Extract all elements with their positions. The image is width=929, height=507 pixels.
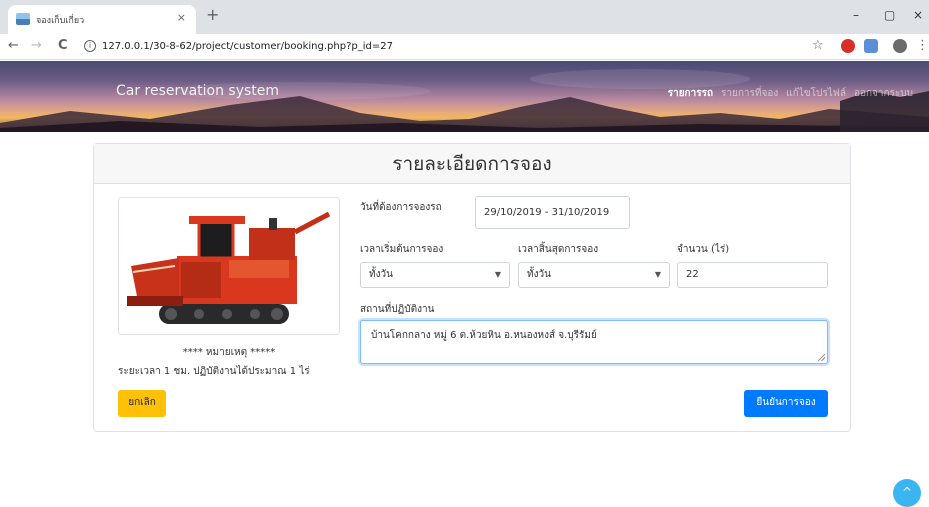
- start-time-value: ทั้งวัน: [369, 269, 393, 280]
- start-time-select[interactable]: ทั้งวัน ▼: [360, 262, 510, 288]
- brand-title[interactable]: Car reservation system: [116, 83, 279, 99]
- location-value: บ้านโคกกลาง หมู่ 6 ต.ห้วยหิน อ.หนองหงส์ …: [371, 330, 597, 341]
- chevron-down-icon: ▼: [654, 270, 661, 279]
- resize-grip-icon[interactable]: [818, 354, 825, 361]
- date-range-value: 29/10/2019 - 31/10/2019: [484, 207, 610, 218]
- site-header: Car reservation system รายการรถ รายการที…: [0, 61, 929, 132]
- harvester-image: [118, 197, 340, 335]
- nav-logout[interactable]: ออกจากระบบ: [854, 86, 913, 101]
- bookmark-star-icon[interactable]: ☆: [812, 39, 824, 53]
- note-heading: **** หมายเหตุ *****: [182, 347, 276, 358]
- confirm-booking-button[interactable]: ยืนยันการจอง: [744, 390, 828, 417]
- date-label: วันที่ต้องการจองรถ: [360, 202, 442, 213]
- nav-edit-profile[interactable]: แก้ไขโปรไฟล์: [786, 86, 846, 101]
- amount-input[interactable]: 22: [677, 262, 828, 288]
- extension-icon[interactable]: [864, 39, 878, 53]
- booking-card: รายละเอียดการจอง **** หมายเหตุ ***** ระย…: [93, 143, 851, 432]
- main-nav: รายการรถ รายการที่จอง แก้ไขโปรไฟล์ ออกจา…: [668, 86, 913, 101]
- end-time-select[interactable]: ทั้งวัน ▼: [518, 262, 670, 288]
- profile-avatar-icon[interactable]: [893, 39, 907, 53]
- amount-label: จำนวน (ไร่): [677, 244, 730, 255]
- browser-addressbar: ← → C i 127.0.0.1/30-8-62/project/custom…: [0, 34, 929, 60]
- location-textarea[interactable]: บ้านโคกกลาง หมู่ 6 ต.ห้วยหิน อ.หนองหงส์ …: [360, 320, 828, 364]
- scroll-to-top-button[interactable]: ^: [893, 479, 921, 507]
- back-button[interactable]: ←: [8, 39, 19, 53]
- amount-value: 22: [686, 269, 699, 280]
- browser-tab[interactable]: จองเก็บเกี่ยว ×: [8, 5, 196, 34]
- nav-my-bookings[interactable]: รายการที่จอง: [721, 86, 778, 101]
- restore-button[interactable]: ▢: [884, 8, 895, 22]
- date-range-input[interactable]: 29/10/2019 - 31/10/2019: [475, 196, 630, 229]
- chevron-down-icon: ▼: [494, 270, 501, 279]
- end-time-value: ทั้งวัน: [527, 269, 551, 280]
- minimize-button[interactable]: –: [853, 8, 859, 22]
- url-field[interactable]: 127.0.0.1/30-8-62/project/customer/booki…: [102, 41, 393, 52]
- page-title: รายละเอียดการจอง: [94, 144, 850, 184]
- cancel-button[interactable]: ยกเลิก: [118, 390, 166, 417]
- tab-close-icon[interactable]: ×: [177, 11, 186, 24]
- reload-button[interactable]: C: [58, 39, 68, 53]
- nav-car-list[interactable]: รายการรถ: [668, 86, 713, 101]
- end-time-label: เวลาสิ้นสุดการจอง: [518, 244, 599, 255]
- browser-menu-icon[interactable]: ⋮: [916, 39, 929, 53]
- tab-title: จองเก็บเกี่ยว: [36, 16, 85, 26]
- new-tab-button[interactable]: +: [206, 7, 219, 23]
- start-time-label: เวลาเริ่มต้นการจอง: [360, 244, 444, 255]
- favicon-icon: [16, 13, 30, 25]
- note-text: ระยะเวลา 1 ชม. ปฏิบัติงานได้ประมาณ 1 ไร่: [118, 366, 310, 377]
- window-close-button[interactable]: ×: [913, 8, 923, 22]
- forward-button[interactable]: →: [31, 39, 42, 53]
- location-label: สถานที่ปฏิบัติงาน: [360, 304, 435, 315]
- browser-tabbar: จองเก็บเกี่ยว × + – ▢ ×: [0, 0, 929, 34]
- extension-icon[interactable]: [841, 39, 855, 53]
- site-info-icon[interactable]: i: [84, 40, 96, 52]
